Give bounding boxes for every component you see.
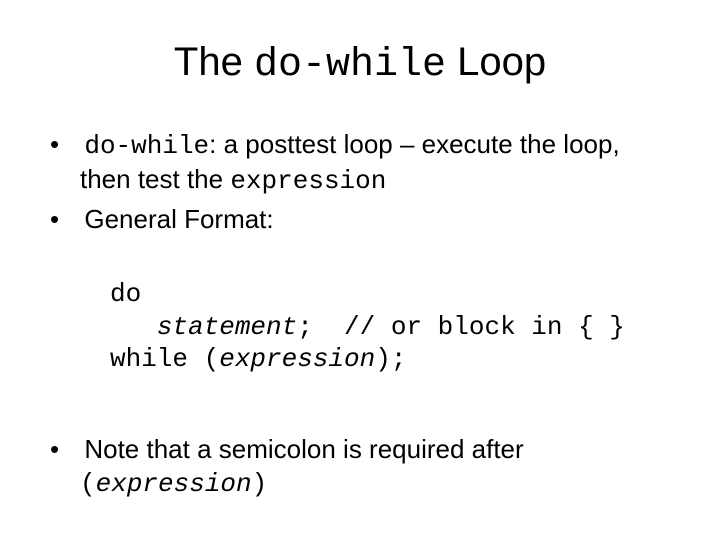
code-block: do statement; // or block in { }while (e… xyxy=(110,246,670,409)
code-line-1: do xyxy=(110,278,670,311)
bullet3-code1a: ( xyxy=(80,469,96,499)
bullet-item-1: do-while: a posttest loop – execute the … xyxy=(50,128,670,197)
bullet2-text: General Format: xyxy=(84,204,273,234)
bullet3-text1: Note that a semicolon is required after xyxy=(84,434,523,464)
bullet1-code1: do-while xyxy=(84,131,209,161)
bullet3-code1c: ) xyxy=(252,469,268,499)
title-text-post: Loop xyxy=(446,40,546,84)
title-text-pre: The xyxy=(174,40,254,84)
bullet-list-2: Note that a semicolon is required after … xyxy=(50,433,670,500)
title-code: do-while xyxy=(254,43,446,88)
bullet-item-2: General Format: xyxy=(50,203,670,236)
bullet3-code1b: expression xyxy=(96,469,252,499)
bullet-list: do-while: a posttest loop – execute the … xyxy=(50,128,670,236)
code-line-3: while (expression); xyxy=(110,343,670,376)
slide-title: The do-while Loop xyxy=(50,40,670,88)
bullet1-code2: expression xyxy=(230,166,386,196)
code-line-2: statement; // or block in { } xyxy=(110,311,670,344)
bullet-item-3: Note that a semicolon is required after … xyxy=(50,433,670,500)
